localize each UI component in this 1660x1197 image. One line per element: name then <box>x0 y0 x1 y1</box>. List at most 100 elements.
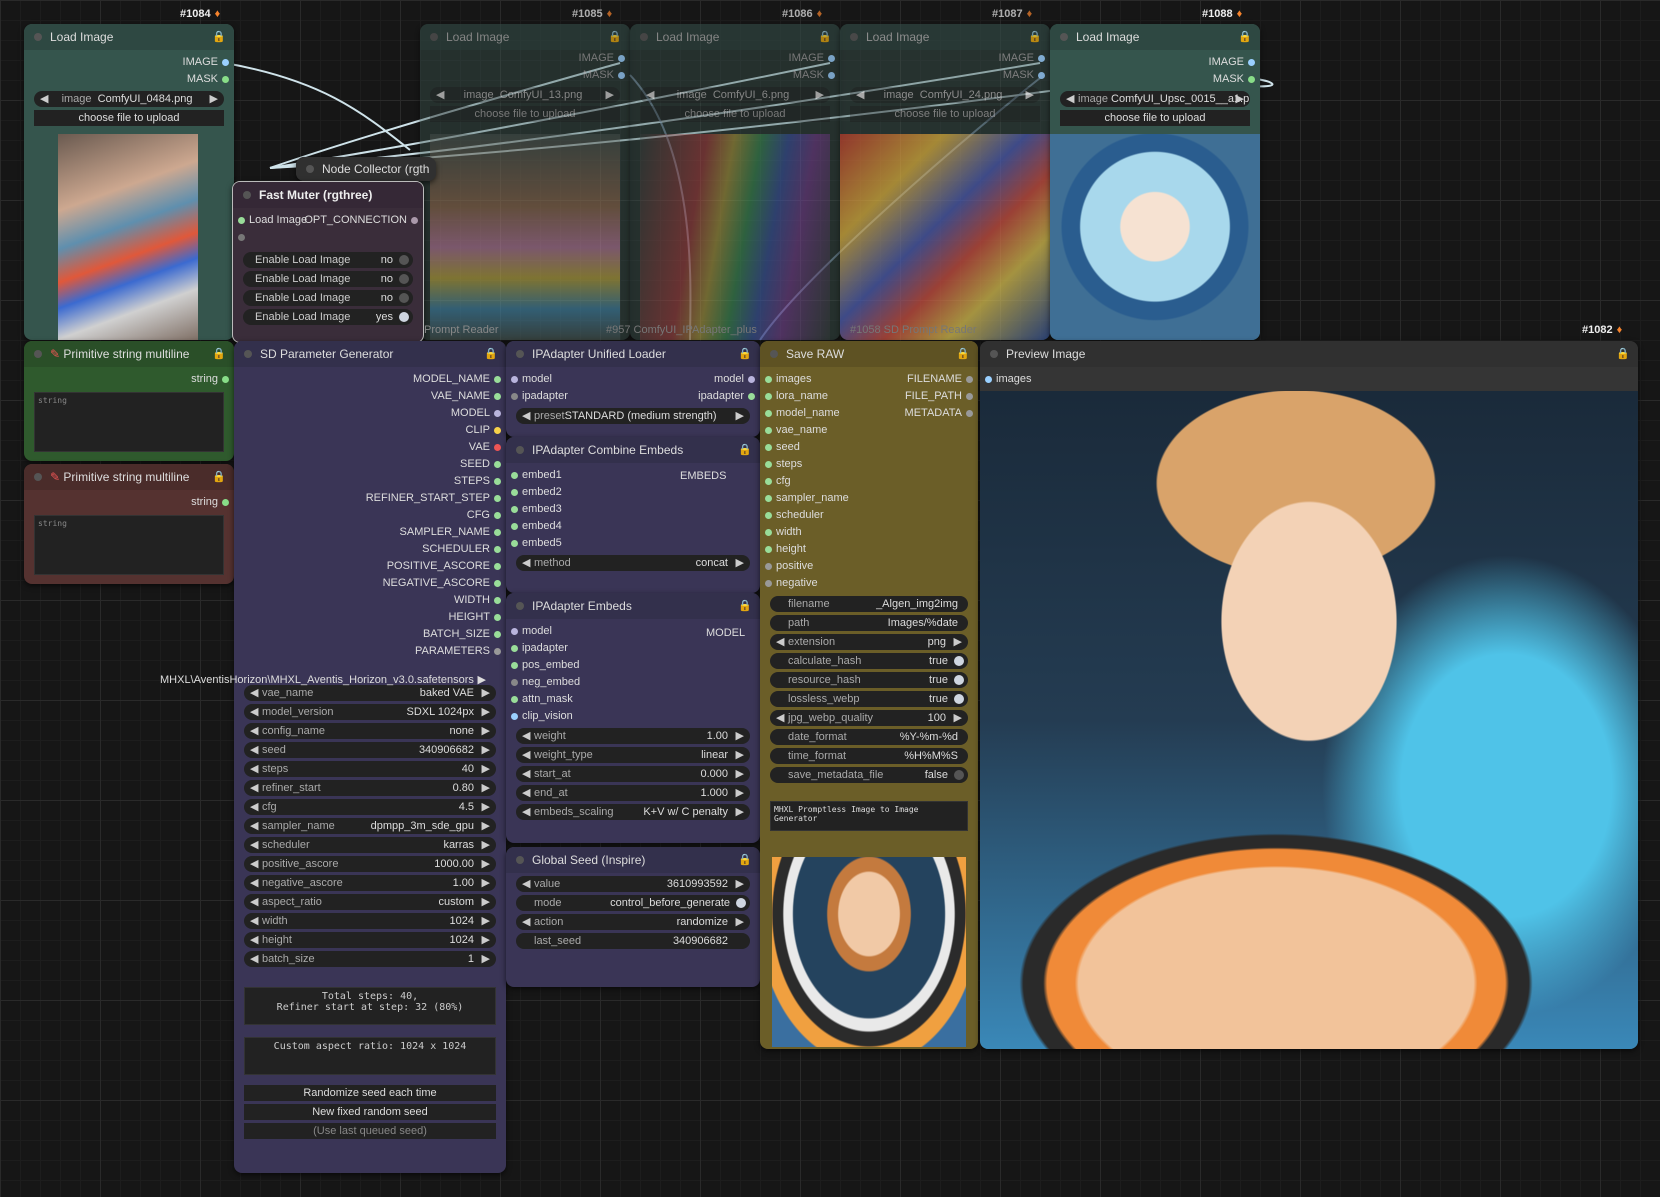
save-raw-text[interactable]: MHXL Promptless Image to Image Generator <box>770 801 968 831</box>
output-cfg[interactable]: CFG <box>234 507 506 524</box>
last-seed-field[interactable]: last_seed 340906682 <box>516 933 750 949</box>
widget-batch-size[interactable]: ◀ batch_size 1 ▶ <box>244 951 496 967</box>
string-textarea[interactable]: string <box>34 515 224 575</box>
widget-calculate-hash[interactable]: calculate_hash true <box>770 653 968 669</box>
method-combo[interactable]: ◀ method concat ▶ <box>516 555 750 571</box>
input-embed4[interactable]: embed4 <box>506 518 760 535</box>
input-sampler-name[interactable]: sampler_name <box>760 490 978 507</box>
widget-embeds-scaling[interactable]: ◀ embeds_scaling K+V w/ C penalty ▶ <box>516 804 750 820</box>
node-title[interactable]: ✎ Primitive string multiline 🔒 <box>24 341 234 367</box>
widget-positive-ascore[interactable]: ◀ positive_ascore 1000.00 ▶ <box>244 856 496 872</box>
input-load-image[interactable]: Load Image OPT_CONNECTION <box>233 212 423 229</box>
upload-button[interactable]: choose file to upload <box>34 110 224 126</box>
input-steps[interactable]: steps <box>760 456 978 473</box>
widget-scheduler[interactable]: ◀ scheduler karras ▶ <box>244 837 496 853</box>
input-ipadapter[interactable]: ipadapter ipadapter <box>506 388 760 405</box>
output-sampler-name[interactable]: SAMPLER_NAME <box>234 524 506 541</box>
output-mask[interactable]: MASK <box>24 71 234 88</box>
widget-start-at[interactable]: ◀ start_at 0.000 ▶ <box>516 766 750 782</box>
input-clip-vision[interactable]: clip_vision <box>506 708 760 725</box>
widget-width[interactable]: ◀ width 1024 ▶ <box>244 913 496 929</box>
node-collector-node[interactable]: Node Collector (rgth <box>296 157 436 181</box>
ipadapter-combine-embeds-node[interactable]: IPAdapter Combine Embeds 🔒 embed1 embed2 em… <box>506 437 760 593</box>
node-title[interactable]: Preview Image 🔒 <box>980 341 1638 367</box>
input-negative[interactable]: negative <box>760 575 978 592</box>
primitive-string-node-1[interactable]: ✎ Primitive string multiline 🔒 string str… <box>24 341 234 461</box>
load-image-node-1088[interactable]: Load Image 🔒 IMAGE MASK ◀ image ComfyUI_Up… <box>1050 24 1260 340</box>
node-title[interactable]: Load Image 🔒 <box>24 24 234 50</box>
output-image[interactable]: IMAGE <box>1050 54 1260 71</box>
widget-end-at[interactable]: ◀ end_at 1.000 ▶ <box>516 785 750 801</box>
widget-sampler-name[interactable]: ◀ sampler_name dpmpp_3m_sde_gpu ▶ <box>244 818 496 834</box>
output-batch-size[interactable]: BATCH_SIZE <box>234 626 506 643</box>
output-positive-ascore[interactable]: POSITIVE_ASCORE <box>234 558 506 575</box>
widget-resource-hash[interactable]: resource_hash true <box>770 672 968 688</box>
ipadapter-unified-loader-node[interactable]: IPAdapter Unified Loader 🔒 model model ipa… <box>506 341 760 437</box>
input-ipadapter[interactable]: ipadapter <box>506 640 760 657</box>
widget-filename[interactable]: filename _Algen_img2img <box>770 596 968 612</box>
output-negative-ascore[interactable]: NEGATIVE_ASCORE <box>234 575 506 592</box>
widget-negative-ascore[interactable]: ◀ negative_ascore 1.00 ▶ <box>244 875 496 891</box>
sd-parameter-generator-node[interactable]: SD Parameter Generator 🔒 MODEL_NAME VAE_NA… <box>234 341 506 1173</box>
widget-time-format[interactable]: time_format %H%M%S <box>770 748 968 764</box>
input-embed5[interactable]: embed5 <box>506 535 760 552</box>
widget-weight[interactable]: ◀ weight 1.00 ▶ <box>516 728 750 744</box>
input-embed3[interactable]: embed3 <box>506 501 760 518</box>
ckpt-name-combo[interactable]: MHXL\AventisHorizon\MHXL_Aventis_Horizon… <box>160 672 496 688</box>
widget-extension[interactable]: ◀ extension png ▶ <box>770 634 968 650</box>
node-title[interactable]: IPAdapter Unified Loader 🔒 <box>506 341 760 367</box>
output-refiner-start-step[interactable]: REFINER_START_STEP <box>234 490 506 507</box>
widget-seed[interactable]: ◀ seed 340906682 ▶ <box>244 742 496 758</box>
input-height[interactable]: height <box>760 541 978 558</box>
input-model[interactable]: model model <box>506 371 760 388</box>
input-cfg[interactable]: cfg <box>760 473 978 490</box>
widget-date-format[interactable]: date_format %Y-%m-%d <box>770 729 968 745</box>
output-embeds[interactable]: EMBEDS <box>680 470 726 482</box>
widget-steps[interactable]: ◀ steps 40 ▶ <box>244 761 496 777</box>
output-model[interactable]: MODEL <box>706 627 745 639</box>
node-title[interactable]: Fast Muter (rgthree) <box>233 182 423 208</box>
output-seed[interactable]: SEED <box>234 456 506 473</box>
node-title[interactable]: ✎ Primitive string multiline 🔒 <box>24 464 234 490</box>
load-image-node-1085[interactable]: Load Image 🔒 IMAGE MASK ◀ image ComfyUI_13… <box>420 24 630 340</box>
seed-action-combo[interactable]: ◀ action randomize ▶ <box>516 914 750 930</box>
output-scheduler[interactable]: SCHEDULER <box>234 541 506 558</box>
input-attn-mask[interactable]: attn_mask <box>506 691 760 708</box>
use-last-seed-button[interactable]: (Use last queued seed) <box>244 1123 496 1139</box>
output-vae[interactable]: VAE <box>234 439 506 456</box>
toggle-enable-load-image[interactable]: Enable Load Image yes <box>243 309 413 325</box>
node-title[interactable]: Save RAW 🔒 <box>760 341 978 367</box>
preview-image-node[interactable]: Preview Image 🔒 images <box>980 341 1638 1049</box>
seed-mode-toggle[interactable]: mode control_before_generate <box>516 895 750 911</box>
input-scheduler[interactable]: scheduler <box>760 507 978 524</box>
primitive-string-node-2[interactable]: ✎ Primitive string multiline 🔒 string str… <box>24 464 234 584</box>
node-title[interactable]: SD Parameter Generator 🔒 <box>234 341 506 367</box>
widget-refiner-start[interactable]: ◀ refiner_start 0.80 ▶ <box>244 780 496 796</box>
input-neg-embed[interactable]: neg_embed <box>506 674 760 691</box>
input-lora-name[interactable]: lora_name FILE_PATH <box>760 388 978 405</box>
new-fixed-seed-button[interactable]: New fixed random seed <box>244 1104 496 1120</box>
widget-cfg[interactable]: ◀ cfg 4.5 ▶ <box>244 799 496 815</box>
randomize-seed-button[interactable]: Randomize seed each time <box>244 1085 496 1101</box>
toggle-enable-load-image[interactable]: Enable Load Image no <box>243 290 413 306</box>
node-title[interactable]: IPAdapter Embeds 🔒 <box>506 593 760 619</box>
input-images[interactable]: images FILENAME <box>760 371 978 388</box>
widget-path[interactable]: path Images/%date <box>770 615 968 631</box>
widget-jpg-webp-quality[interactable]: ◀ jpg_webp_quality 100 ▶ <box>770 710 968 726</box>
widget-weight-type[interactable]: ◀ weight_type linear ▶ <box>516 747 750 763</box>
load-image-node-1087[interactable]: Load Image 🔒 IMAGE MASK ◀ image ComfyUI_24… <box>840 24 1050 340</box>
output-image[interactable]: IMAGE <box>24 54 234 71</box>
input-positive[interactable]: positive <box>760 558 978 575</box>
node-title[interactable]: Load Image 🔒 <box>1050 24 1260 50</box>
save-raw-node[interactable]: Save RAW 🔒 images FILENAME lora_name FILE_PA… <box>760 341 978 1049</box>
input-embed2[interactable]: embed2 <box>506 484 760 501</box>
input-vae-name[interactable]: vae_name <box>760 422 978 439</box>
output-width[interactable]: WIDTH <box>234 592 506 609</box>
global-seed-node[interactable]: Global Seed (Inspire) 🔒 ◀ value 3610993592 ▶… <box>506 847 760 987</box>
string-textarea[interactable]: string <box>34 392 224 452</box>
toggle-enable-load-image[interactable]: Enable Load Image no <box>243 271 413 287</box>
output-mask[interactable]: MASK <box>1050 71 1260 88</box>
output-model[interactable]: MODEL <box>234 405 506 422</box>
node-title[interactable]: Global Seed (Inspire) 🔒 <box>506 847 760 873</box>
output-vae-name[interactable]: VAE_NAME <box>234 388 506 405</box>
